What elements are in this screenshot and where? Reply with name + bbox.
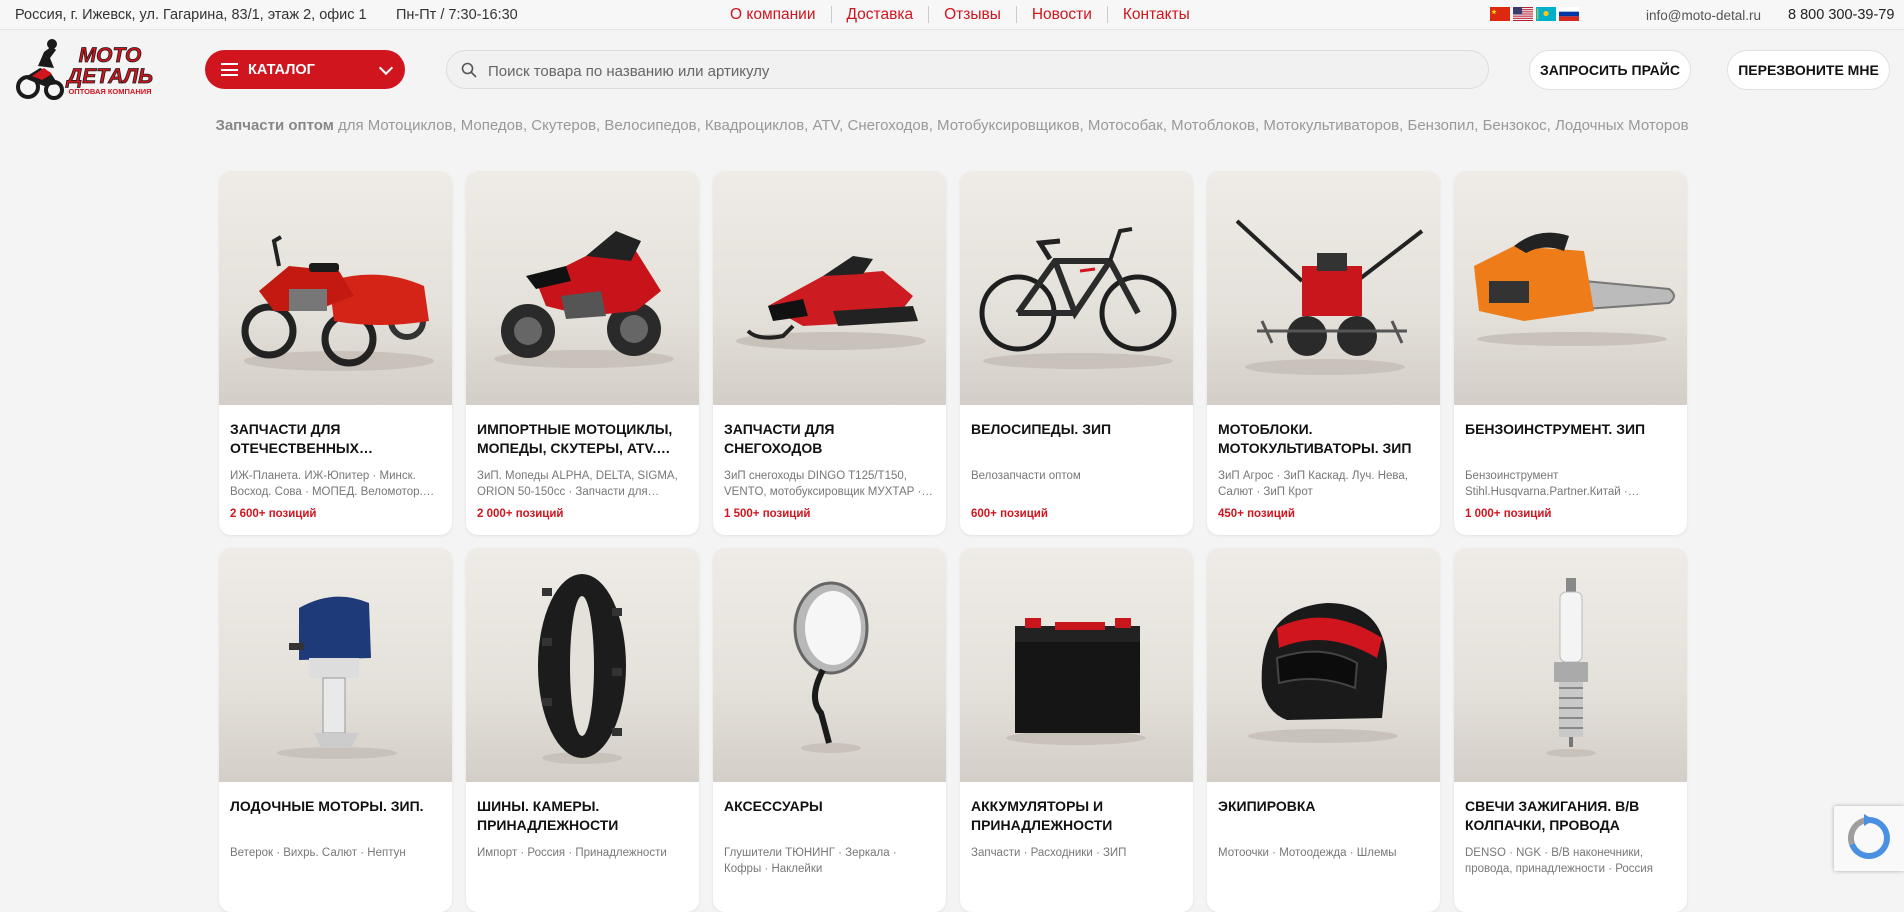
category-title: ЭКИПИРОВКА <box>1218 798 1316 814</box>
bicycle-image <box>960 171 1193 405</box>
site-logo[interactable]: МОТО ДЕТАЛЬ ОПТОВАЯ КОМПАНИЯ <box>14 38 166 102</box>
snowmobile-image <box>713 171 946 405</box>
logo-text-moto: МОТО <box>79 44 142 67</box>
category-title: МОТОБЛОКИ. МОТОКУЛЬТИВАТОРЫ. ЗИП <box>1218 421 1412 456</box>
category-subtitle: Глушители ТЮНИНГ · Зеркала · Кофры · Нак… <box>724 847 897 875</box>
top-bar: Россия, г. Ижевск, ул. Гагарина, 83/1, э… <box>0 0 1904 30</box>
category-grid: ЗАПЧАСТИ ДЛЯ ОТЕЧЕСТВЕННЫХ МОТОЦИКЛОВ ИЖ… <box>219 171 1687 912</box>
sport-motorcycle-image <box>466 171 699 405</box>
tagline-rest: для Мотоциклов, Мопедов, Скутеров, Велос… <box>333 117 1689 134</box>
category-title: БЕНЗОИНСТРУМЕНТ. ЗИП <box>1465 421 1646 437</box>
nav-link-delivery[interactable]: Доставка <box>830 6 929 23</box>
nav-link-about[interactable]: О компании <box>730 6 831 23</box>
category-title: ЛОДОЧНЫЕ МОТОРЫ. ЗИП. <box>230 798 424 814</box>
us-flag-icon[interactable] <box>1513 7 1533 21</box>
category-subtitle: ЗиП снегоходы DINGO T125/T150, VENTO, мо… <box>724 470 922 498</box>
nav-link-reviews[interactable]: Отзывы <box>928 6 1016 23</box>
category-card[interactable]: ЗАПЧАСТИ ДЛЯ ОТЕЧЕСТВЕННЫХ МОТОЦИКЛОВ ИЖ… <box>219 171 452 535</box>
spark-plug-image <box>1454 548 1687 782</box>
catalog-button[interactable]: КАТАЛОГ <box>205 50 405 89</box>
working-hours: Пн-Пт / 7:30-16:30 <box>396 7 518 23</box>
category-subtitle: Запчасти · Расходники · ЗИП <box>971 847 1127 859</box>
category-subtitle: ЗиП Агрос · ЗиП Каскад. Луч. Нева, Салют… <box>1218 470 1408 498</box>
category-card[interactable]: МОТОБЛОКИ. МОТОКУЛЬТИВАТОРЫ. ЗИП ЗиП Агр… <box>1207 171 1440 535</box>
chevron-down-icon <box>378 60 394 76</box>
category-count: 1 500+ позиций <box>724 508 811 520</box>
sidecar-motorcycle-image <box>219 171 452 405</box>
category-subtitle: Велозапчасти оптом <box>971 470 1081 482</box>
category-subtitle: ЗиП. Мопеды ALPHA, DELTA, SIGMA, ORION 5… <box>477 470 678 498</box>
nav-link-contacts[interactable]: Контакты <box>1106 6 1205 23</box>
category-subtitle: ИЖ-Планета. ИЖ-Юпитер · Минск. Восход. С… <box>230 470 423 498</box>
menu-icon <box>221 63 238 76</box>
category-title: ЗАПЧАСТИ ДЛЯ ОТЕЧЕСТВЕННЫХ МОТОЦИКЛОВ <box>230 421 359 456</box>
category-card[interactable]: ВЕЛОСИПЕДЫ. ЗИП Велозапчасти оптом 600+ … <box>960 171 1193 535</box>
category-subtitle: Импорт · Россия · Принадлежности <box>477 847 667 859</box>
category-title: АКСЕССУАРЫ <box>724 798 823 814</box>
mirror-image <box>713 548 946 782</box>
category-title: ШИНЫ. КАМЕРЫ. ПРИНАДЛЕЖНОСТИ <box>477 798 619 833</box>
chainsaw-image <box>1454 171 1687 405</box>
category-card[interactable]: АККУМУЛЯТОРЫ И ПРИНАДЛЕЖНОСТИ Запчасти ·… <box>960 548 1193 912</box>
tagline-bold: Запчасти оптом <box>215 117 334 134</box>
category-title: ИМПОРТНЫЕ МОТОЦИКЛЫ, МОПЕДЫ, СКУТЕРЫ, AT… <box>477 421 673 456</box>
category-card[interactable]: СВЕЧИ ЗАЖИГАНИЯ. В/В КОЛПАЧКИ, ПРОВОДА D… <box>1454 548 1687 912</box>
category-card[interactable]: ЭКИПИРОВКА Мотоочки · Мотоодежда · Шлемы <box>1207 548 1440 912</box>
category-subtitle: Бензоинструмент Stihl.Husqvarna.Partner.… <box>1465 470 1628 498</box>
kz-flag-icon[interactable] <box>1536 7 1556 21</box>
category-card[interactable]: БЕНЗОИНСТРУМЕНТ. ЗИП Бензоинструмент Sti… <box>1454 171 1687 535</box>
category-count: 1 000+ позиций <box>1465 508 1552 520</box>
category-count: 2 600+ позиций <box>230 508 317 520</box>
category-count: 450+ позиций <box>1218 508 1295 520</box>
category-count: 600+ позиций <box>971 508 1048 520</box>
cultivator-image <box>1207 171 1440 405</box>
category-card[interactable]: ЛОДОЧНЫЕ МОТОРЫ. ЗИП. Ветерок · Вихрь. С… <box>219 548 452 912</box>
category-card[interactable]: АКСЕССУАРЫ Глушители ТЮНИНГ · Зеркала · … <box>713 548 946 912</box>
email-link[interactable]: info@moto-detal.ru <box>1646 8 1761 23</box>
cn-flag-icon[interactable] <box>1490 7 1510 21</box>
category-subtitle: Мотоочки · Мотоодежда · Шлемы <box>1218 847 1397 859</box>
category-title: СВЕЧИ ЗАЖИГАНИЯ. В/В КОЛПАЧКИ, ПРОВОДА <box>1465 798 1640 833</box>
logo-text-detal: ДЕТАЛЬ <box>65 65 153 88</box>
catalog-label: КАТАЛОГ <box>248 61 315 78</box>
category-title: АККУМУЛЯТОРЫ И ПРИНАДЛЕЖНОСТИ <box>971 798 1113 833</box>
helmet-image <box>1207 548 1440 782</box>
language-switcher <box>1490 7 1579 21</box>
category-card[interactable]: ШИНЫ. КАМЕРЫ. ПРИНАДЛЕЖНОСТИ Импорт · Ро… <box>466 548 699 912</box>
battery-image <box>960 548 1193 782</box>
recaptcha-badge[interactable] <box>1834 806 1904 871</box>
tagline: Запчасти оптом для Мотоциклов, Мопедов, … <box>0 117 1904 134</box>
callback-button[interactable]: ПЕРЕЗВОНИТЕ МНЕ <box>1727 50 1890 90</box>
tire-image <box>466 548 699 782</box>
category-subtitle: Ветерок · Вихрь. Салют · Нептун <box>230 847 406 859</box>
category-card[interactable]: ЗАПЧАСТИ ДЛЯ СНЕГОХОДОВ ЗиП снегоходы DI… <box>713 171 946 535</box>
category-card[interactable]: ИМПОРТНЫЕ МОТОЦИКЛЫ, МОПЕДЫ, СКУТЕРЫ, AT… <box>466 171 699 535</box>
top-navigation: О компании Доставка Отзывы Новости Конта… <box>730 6 1205 23</box>
search-icon <box>461 62 477 78</box>
logo-tagline: ОПТОВАЯ КОМПАНИЯ <box>68 87 151 96</box>
outboard-motor-image <box>219 548 452 782</box>
phone-link[interactable]: 8 800 300-39-79 <box>1788 7 1894 23</box>
category-title: ВЕЛОСИПЕДЫ. ЗИП <box>971 421 1112 437</box>
nav-link-news[interactable]: Новости <box>1015 6 1107 23</box>
request-price-button[interactable]: ЗАПРОСИТЬ ПРАЙС <box>1529 50 1691 90</box>
search-bar <box>446 50 1489 89</box>
category-subtitle: DENSO · NGK · В/В наконечники, провода, … <box>1465 847 1653 875</box>
company-address: Россия, г. Ижевск, ул. Гагарина, 83/1, э… <box>15 7 367 23</box>
category-count: 2 000+ позиций <box>477 508 564 520</box>
search-input[interactable] <box>486 59 1470 83</box>
ru-flag-icon[interactable] <box>1559 7 1579 21</box>
recaptcha-icon <box>1847 814 1890 859</box>
category-title: ЗАПЧАСТИ ДЛЯ СНЕГОХОДОВ <box>724 421 835 456</box>
